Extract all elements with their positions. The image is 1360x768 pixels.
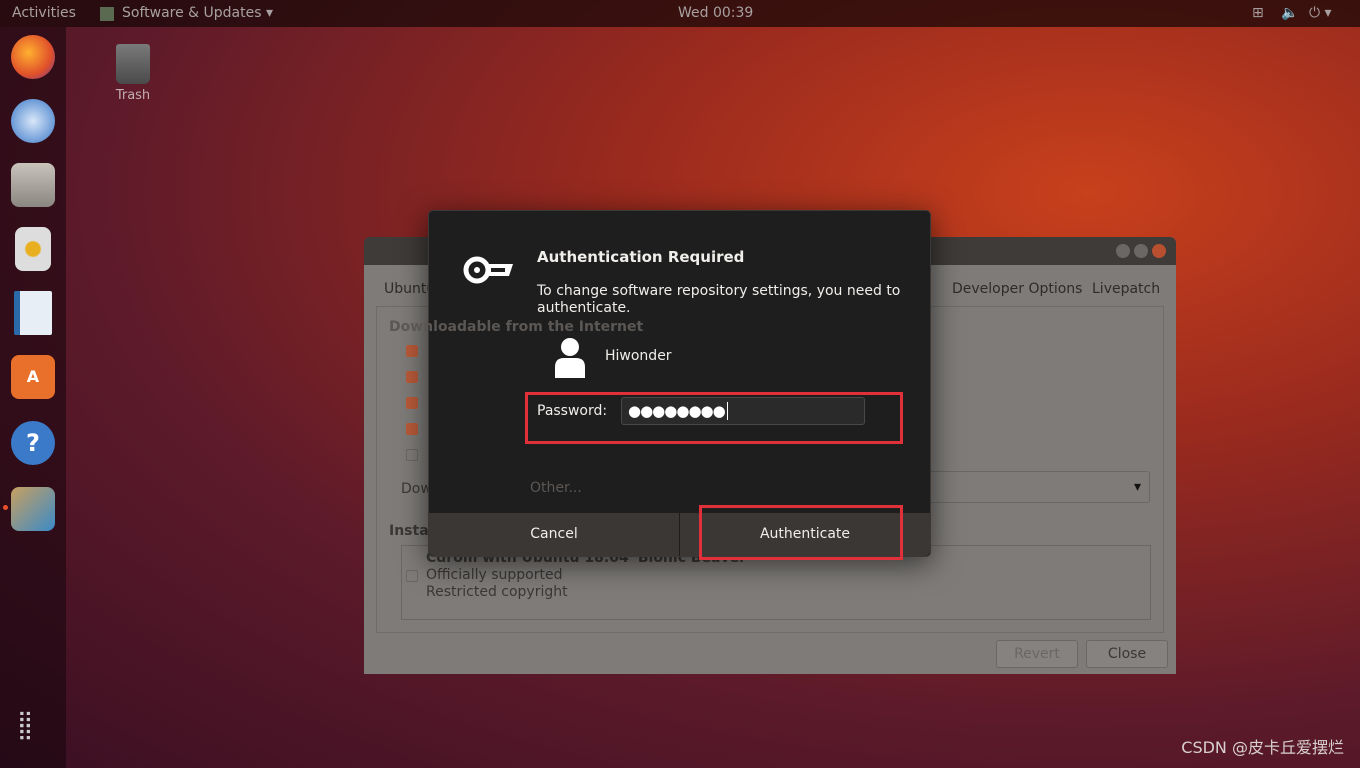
firefox-icon[interactable] (11, 35, 55, 79)
app-menu-icon (100, 7, 114, 21)
top-bar: Activities Software & Updates ▾ Wed 00:3… (0, 0, 1360, 27)
cdrom-checkbox[interactable] (406, 570, 418, 582)
authenticate-highlight (699, 505, 903, 560)
show-apps-grid-icon[interactable]: ⠿ ⠿ (17, 712, 33, 746)
tab-livepatch[interactable]: Livepatch (1092, 281, 1160, 297)
option-checkbox[interactable] (406, 345, 418, 357)
chevron-down-icon: ▾ (1133, 479, 1141, 495)
dialog-message: To change software repository settings, … (537, 283, 901, 316)
network-icon[interactable]: ⊞ (1252, 5, 1264, 21)
app-menu[interactable]: Software & Updates ▾ (122, 5, 273, 21)
tab-developer-options[interactable]: Developer Options (952, 281, 1082, 297)
source-code-checkbox[interactable] (406, 449, 418, 461)
dialog-title: Authentication Required (537, 248, 745, 266)
minimize-button[interactable] (1116, 244, 1130, 258)
close-button[interactable]: Close (1086, 640, 1168, 668)
password-highlight (525, 392, 903, 444)
user-name: Hiwonder (605, 348, 672, 364)
watermark: CSDN @皮卡丘爱摆烂 (1181, 738, 1344, 757)
software-updates-icon[interactable] (11, 487, 55, 531)
dock: A ? ⠿ ⠿ (0, 27, 66, 768)
trash-icon (116, 44, 150, 84)
ubuntu-software-icon[interactable]: A (11, 355, 55, 399)
thunderbird-icon[interactable] (11, 99, 55, 143)
cdrom-line2: Restricted copyright (426, 584, 568, 600)
revert-button[interactable]: Revert (996, 640, 1078, 668)
maximize-button[interactable] (1134, 244, 1148, 258)
help-icon[interactable]: ? (11, 421, 55, 465)
cancel-button[interactable]: Cancel (429, 513, 680, 556)
trash-desktop-icon[interactable]: Trash (108, 44, 158, 103)
trash-label: Trash (115, 88, 151, 103)
window-close-button[interactable] (1152, 244, 1166, 258)
rhythmbox-icon[interactable] (15, 227, 51, 271)
libreoffice-writer-icon[interactable] (14, 291, 52, 335)
option-checkbox[interactable] (406, 371, 418, 383)
power-icon[interactable]: ⏻ ▾ (1309, 5, 1332, 21)
running-indicator (3, 505, 8, 510)
key-icon (463, 256, 513, 284)
cdrom-line1: Officially supported (426, 567, 563, 583)
option-checkbox[interactable] (406, 397, 418, 409)
volume-icon[interactable]: 🔈 (1281, 5, 1298, 21)
authentication-dialog: Authentication Required To change softwa… (428, 210, 931, 560)
activities-button[interactable]: Activities (12, 5, 76, 21)
files-icon[interactable] (11, 163, 55, 207)
option-checkbox[interactable] (406, 423, 418, 435)
user-avatar-icon (555, 338, 585, 378)
clock[interactable]: Wed 00:39 (678, 5, 753, 21)
